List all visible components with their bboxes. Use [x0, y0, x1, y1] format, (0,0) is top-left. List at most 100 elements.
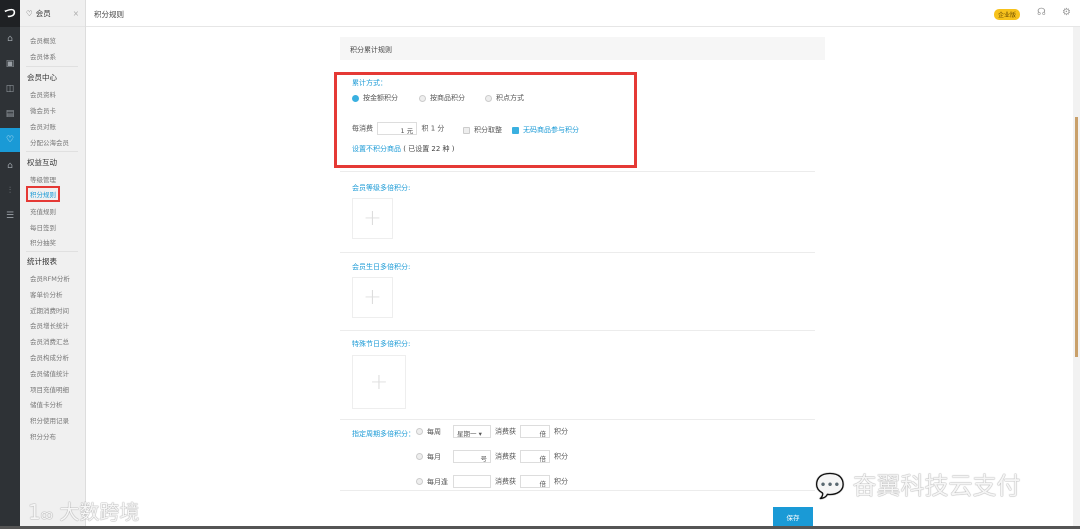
radio-checked-icon[interactable] — [352, 94, 359, 102]
spend-label: 消费获 — [495, 427, 516, 436]
headset-icon[interactable]: ☊ — [1037, 7, 1046, 18]
divider — [340, 419, 815, 420]
points-label: 积分 — [554, 477, 568, 486]
sidebar-item[interactable]: 会员储值统计 — [30, 368, 69, 378]
divider — [26, 151, 78, 152]
scrollbar[interactable] — [1073, 27, 1080, 527]
add-holiday-button[interactable]: + — [352, 355, 406, 409]
method-radio[interactable]: 按金额积分 — [352, 93, 398, 103]
radio-icon[interactable] — [416, 428, 423, 435]
sidebar-item[interactable]: 会员构成分析 — [30, 352, 69, 362]
sidebar-item[interactable]: 积分分布 — [30, 431, 56, 441]
edition-badge[interactable]: 企业版 — [994, 9, 1021, 20]
member-icon: ♡ — [26, 8, 33, 18]
checkbox-icon[interactable] — [463, 126, 470, 134]
period-label: 指定周期多倍积分： — [352, 430, 415, 438]
radio-icon[interactable] — [419, 94, 426, 102]
settings-icon[interactable]: ⚙ — [1062, 7, 1071, 18]
day-unit: 号 — [480, 455, 488, 463]
radio-icon[interactable] — [416, 478, 423, 485]
section-label: 会员生日多倍积分: — [352, 263, 411, 271]
sidebar: ♡ 会员 × 会员概览 会员体系 会员中心 会员资料 微会员卡 会员对账 分配公… — [20, 0, 86, 529]
add-level-button[interactable]: + — [352, 198, 393, 239]
spend-label: 消费获 — [495, 477, 516, 486]
multiplier-input[interactable]: 倍 — [520, 450, 550, 463]
section-label: 特殊节日多倍积分: — [352, 340, 411, 348]
sidebar-title: 会员 — [35, 8, 51, 18]
sidebar-item[interactable]: 会员RFM分析 — [30, 273, 70, 283]
sidebar-header: ♡ 会员 × — [20, 0, 85, 27]
sidebar-item[interactable]: 会员资料 — [30, 89, 56, 99]
weekday-select[interactable]: 星期一 ▾ — [453, 425, 491, 438]
per-spend-row: 每消费 1 元 积 1 分 — [352, 122, 444, 135]
exclude-goods-link[interactable]: 设置不积分商品 — [352, 145, 401, 153]
chart-icon[interactable]: ⫶ — [0, 179, 20, 203]
points-label: 积分 — [554, 427, 568, 436]
period-type-label: 每月逢 — [427, 477, 448, 486]
sidebar-item[interactable]: 积分使用记录 — [30, 415, 69, 425]
times-unit: 倍 — [539, 455, 547, 463]
divider — [26, 251, 78, 252]
sidebar-item[interactable]: 积分抽奖 — [30, 237, 56, 247]
shop-icon[interactable]: ⌂ — [0, 154, 20, 178]
report-icon[interactable]: ▤ — [0, 102, 20, 126]
multiplier-input[interactable]: 倍 — [520, 475, 550, 488]
round-checkbox[interactable]: 积分取整 — [463, 125, 502, 135]
sidebar-item[interactable]: 储值卡分析 — [30, 399, 63, 409]
checkbox-checked-icon[interactable] — [512, 126, 519, 134]
sidebar-group: 权益互动 — [27, 158, 57, 167]
watermark-left: 1ꝏ 大数跨境 — [28, 500, 140, 524]
radio-icon[interactable] — [485, 94, 492, 102]
top-header: 积分规则 — [86, 0, 1080, 27]
sidebar-item[interactable]: 近期消费时间 — [30, 305, 69, 315]
method-radio[interactable]: 按商品积分 — [419, 93, 465, 103]
radio-label: 按金额积分 — [363, 94, 398, 102]
nocode-checkbox[interactable]: 无码商品参与积分 — [512, 125, 579, 135]
add-birthday-button[interactable]: + — [352, 277, 393, 318]
per-spend-label: 每消费 — [352, 124, 373, 133]
method-radio[interactable]: 积点方式 — [485, 93, 524, 103]
earn-label: 积 1 分 — [421, 124, 445, 133]
divider — [340, 171, 815, 172]
period-row: 每周 星期一 ▾ 消费获 倍积分 — [416, 425, 568, 438]
sidebar-item[interactable]: 分配公海会员 — [30, 137, 69, 147]
member-icon[interactable]: ♡ — [0, 128, 20, 152]
spend-label: 消费获 — [495, 452, 516, 461]
period-row: 每月 号消费获 倍积分 — [416, 450, 568, 463]
checkbox-label: 无码商品参与积分 — [523, 126, 579, 134]
radio-icon[interactable] — [416, 453, 423, 460]
save-button[interactable]: 保存 — [773, 507, 813, 527]
goods-icon[interactable]: ◫ — [0, 77, 20, 101]
day-input[interactable] — [453, 475, 491, 488]
sidebar-item[interactable]: 充值规则 — [30, 206, 56, 216]
yuan-unit: 元 — [406, 127, 414, 135]
sidebar-item[interactable]: 客单价分析 — [30, 289, 63, 299]
cashier-icon[interactable]: ▣ — [0, 52, 20, 76]
divider — [340, 490, 815, 491]
spend-amount-input[interactable]: 1 元 — [377, 122, 418, 135]
period-type-label: 每月 — [427, 452, 441, 461]
select-value: 星期一 — [457, 430, 477, 438]
sidebar-item[interactable]: 项目充值明细 — [30, 384, 69, 394]
sidebar-item[interactable]: 会员消费汇总 — [30, 336, 69, 346]
day-input[interactable]: 号 — [453, 450, 491, 463]
sidebar-item[interactable]: 等级管理 — [30, 174, 56, 184]
checkbox-label: 积分取整 — [474, 126, 502, 134]
sidebar-item[interactable]: 微会员卡 — [30, 105, 56, 115]
points-label: 积分 — [554, 452, 568, 461]
watermark-right: 💬 奋翼科技云支付 — [815, 472, 1021, 500]
sidebar-item[interactable]: 会员体系 — [30, 51, 56, 61]
scrollbar-thumb[interactable] — [1075, 117, 1078, 357]
sidebar-item[interactable]: 会员增长统计 — [30, 320, 69, 330]
multiplier-input[interactable]: 倍 — [520, 425, 550, 438]
home-icon[interactable]: ⌂ — [0, 27, 20, 51]
period-row: 每月逢 消费获 倍积分 — [416, 475, 568, 488]
times-unit: 倍 — [539, 430, 547, 438]
sidebar-item[interactable]: 会员概览 — [30, 35, 56, 45]
spend-value: 1 — [400, 127, 405, 135]
close-icon[interactable]: × — [73, 9, 79, 18]
menu-icon[interactable]: ☰ — [0, 204, 20, 228]
sidebar-item[interactable]: 会员对账 — [30, 121, 56, 131]
sidebar-item-selected[interactable]: 积分规则 — [26, 186, 60, 202]
sidebar-item[interactable]: 每日签到 — [30, 222, 56, 232]
